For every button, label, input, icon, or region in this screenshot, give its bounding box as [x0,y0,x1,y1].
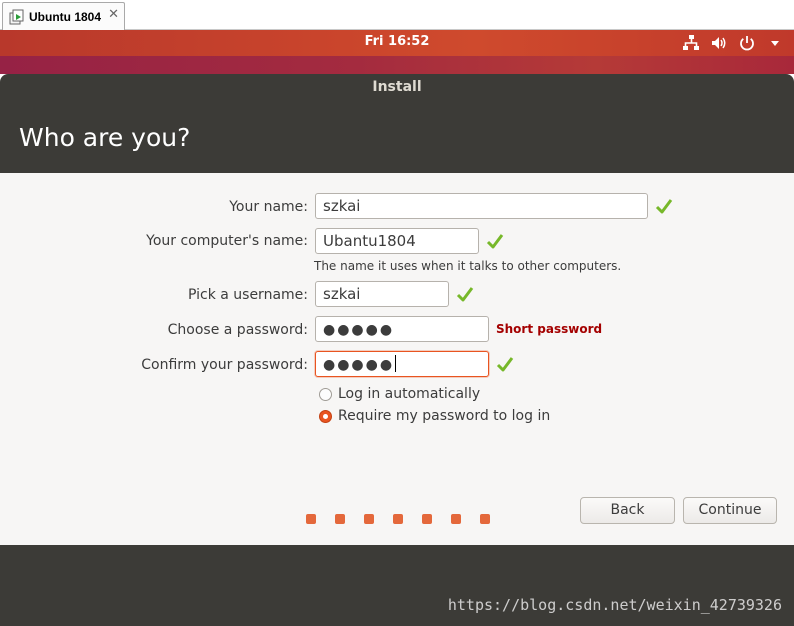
install-progress-dots [306,514,490,524]
continue-button[interactable]: Continue [683,497,777,524]
check-icon [456,285,474,303]
password-label: Choose a password: [167,322,308,338]
computer-name-hint: The name it uses when it talks to other … [314,259,622,273]
progress-dot [306,514,316,524]
watermark: https://blog.csdn.net/weixin_42739326 [447,596,782,614]
ubuntu-top-bar: Fri 16:52 [0,30,794,56]
network-icon[interactable] [682,34,700,52]
confirm-password-dots: ●●●●● [323,357,395,373]
text-caret [395,355,397,372]
desktop-wallpaper [0,56,794,74]
progress-dot [451,514,461,524]
check-icon [486,232,504,250]
back-button[interactable]: Back [580,497,675,524]
system-tray[interactable] [682,34,784,52]
progress-dot [480,514,490,524]
password-strength: Short password [496,322,603,336]
password-field[interactable]: ●●●●● [315,316,489,342]
username-field[interactable]: szkai [315,281,449,307]
confirm-password-field[interactable]: ●●●●● [315,351,489,377]
volume-icon[interactable] [710,34,728,52]
progress-dot [393,514,403,524]
window-title: Install [372,79,422,95]
vm-tab-label: Ubuntu 1804 [29,9,102,24]
progress-dot [364,514,374,524]
username-label: Pick a username: [187,287,308,303]
login-auto-label: Log in automatically [338,386,481,402]
form-panel: Your name: szkai Your computer's name: U… [0,173,794,545]
check-icon [655,197,673,215]
name-field[interactable]: szkai [315,193,648,219]
chevron-down-icon[interactable] [766,34,784,52]
confirm-password-label: Confirm your password: [141,357,308,373]
login-password-option[interactable]: Require my password to log in [319,408,550,424]
vm-icon [9,9,25,25]
login-auto-option[interactable]: Log in automatically [319,386,480,402]
page-title: Who are you? [19,123,191,152]
login-password-label: Require my password to log in [338,408,551,424]
close-icon[interactable]: ✕ [108,7,119,22]
vm-tab[interactable]: Ubuntu 1804 ✕ [2,2,125,30]
power-icon[interactable] [738,34,756,52]
progress-dot [422,514,432,524]
radio-button[interactable] [319,387,332,401]
computer-name-field[interactable]: Ubantu1804 [315,228,479,254]
progress-dot [335,514,345,524]
clock[interactable]: Fri 16:52 [0,34,794,49]
check-icon [496,355,514,373]
radio-button-selected[interactable] [319,409,332,423]
computer-name-label: Your computer's name: [146,233,308,249]
name-label: Your name: [229,199,308,215]
host-tab-strip: Ubuntu 1804 ✕ [0,0,794,30]
password-dots: ●●●●● [323,322,395,338]
